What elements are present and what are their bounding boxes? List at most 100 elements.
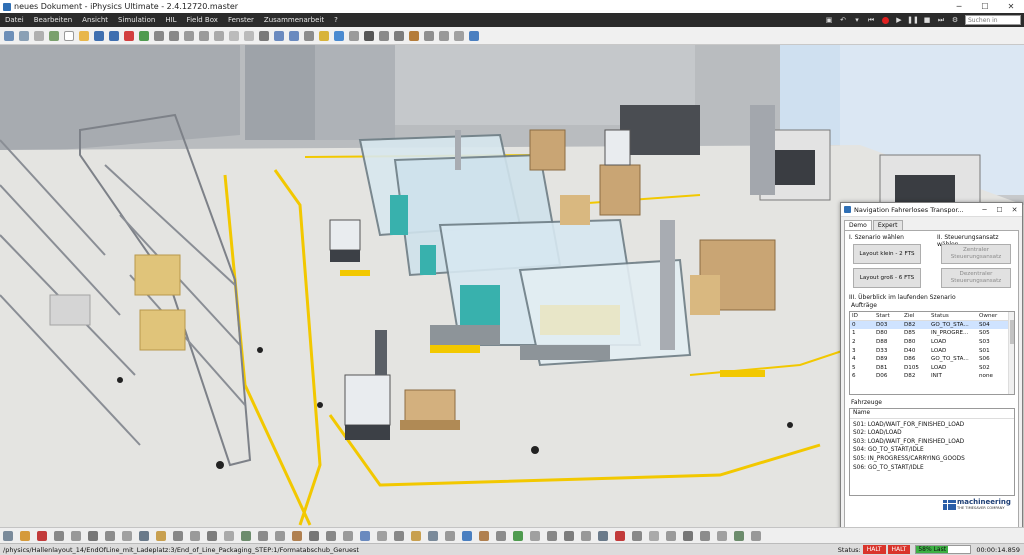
object-library-icon-29[interactable] [479, 530, 489, 541]
panel-close-button[interactable]: ✕ [1007, 206, 1022, 214]
col-status[interactable]: Status [929, 312, 977, 322]
move-icon[interactable] [274, 30, 284, 41]
col-ziel[interactable]: Ziel [902, 312, 929, 322]
list-item[interactable]: S06: GO_TO_START/IDLE [850, 464, 1014, 473]
object-library-icon-11[interactable] [173, 530, 183, 541]
table-row[interactable]: 5 D81 D105 LOAD S02 [850, 364, 1014, 373]
object-library-icon-14[interactable] [224, 530, 234, 541]
table-row[interactable]: 0 D03 D82 GO_TO_STA... S04 [850, 320, 1014, 330]
object-library-icon-39[interactable] [649, 530, 659, 541]
object-library-icon-36[interactable] [598, 530, 608, 541]
object-library-icon-1[interactable] [3, 530, 13, 541]
object-library-icon-45[interactable] [751, 530, 761, 541]
object-library-icon-26[interactable] [428, 530, 438, 541]
menu-datei[interactable]: Datei [0, 16, 29, 24]
panel-maximize-button[interactable]: ☐ [992, 206, 1007, 214]
orders-scrollbar[interactable] [1008, 312, 1014, 394]
close-button[interactable]: ✕ [998, 0, 1024, 13]
object-library-icon-9[interactable] [139, 530, 149, 541]
tool-icon-2[interactable] [19, 30, 29, 41]
object-library-icon-30[interactable] [496, 530, 506, 541]
menu-hil[interactable]: HIL [160, 16, 181, 24]
layer-icon[interactable] [379, 30, 389, 41]
table-row[interactable]: 4 D89 D86 GO_TO_STA... S06 [850, 355, 1014, 364]
list-item[interactable]: S05: IN_PROGRESS/CARRYING_GOODS [850, 455, 1014, 464]
arrow-right-icon[interactable] [244, 30, 254, 41]
rotate-left-icon[interactable] [154, 30, 164, 41]
object-library-icon-12[interactable] [190, 530, 200, 541]
object-library-icon-43[interactable] [717, 530, 727, 541]
stop-button[interactable]: ■ [921, 15, 933, 25]
layout-small-button[interactable]: Layout klein - 2 FTS [853, 244, 921, 264]
shading-icon[interactable] [424, 30, 434, 41]
menu-simulation[interactable]: Simulation [113, 16, 160, 24]
list-item[interactable]: S04: GO_TO_START/IDLE [850, 446, 1014, 455]
object-library-icon-5[interactable] [71, 530, 81, 541]
eye-icon[interactable] [394, 30, 404, 41]
tab-demo[interactable]: Demo [844, 220, 872, 230]
play-button[interactable]: ▶ [893, 15, 905, 25]
measure-icon[interactable] [349, 30, 359, 41]
object-library-icon-15[interactable] [241, 530, 251, 541]
view-front-icon[interactable] [214, 30, 224, 41]
plugin-icon[interactable] [139, 30, 149, 41]
col-id[interactable]: ID [850, 312, 874, 322]
object-library-icon-34[interactable] [564, 530, 574, 541]
panel-minimize-button[interactable]: ─ [977, 206, 992, 214]
object-library-icon-7[interactable] [105, 530, 115, 541]
list-item[interactable]: S03: LOAD/WAIT_FOR_FINISHED_LOAD [850, 438, 1014, 447]
menu-zusammenarbeit[interactable]: Zusammenarbeit [259, 16, 329, 24]
table-row[interactable]: 6 D06 D82 INIT none [850, 372, 1014, 381]
snap-icon[interactable] [184, 30, 194, 41]
object-library-icon-41[interactable] [683, 530, 693, 541]
object-library-icon-37[interactable] [615, 530, 625, 541]
dropdown-icon[interactable]: ▾ [851, 15, 863, 25]
object-library-icon-32[interactable] [530, 530, 540, 541]
list-item[interactable]: S02: LOAD/LOAD [850, 429, 1014, 438]
pause-button[interactable]: ❚❚ [907, 15, 919, 25]
object-library-icon-40[interactable] [666, 530, 676, 541]
table-row[interactable]: 1 D80 D85 IN_PROGRE... S05 [850, 329, 1014, 338]
object-library-icon-44[interactable] [734, 530, 744, 541]
object-library-icon-13[interactable] [207, 530, 217, 541]
rotate-icon[interactable] [289, 30, 299, 41]
camera-view-icon[interactable] [364, 30, 374, 41]
select-icon[interactable] [304, 30, 314, 41]
menu-field-box[interactable]: Field Box [182, 16, 223, 24]
step-back-icon[interactable]: ⏮ [865, 15, 877, 25]
decentral-control-button[interactable]: Dezentraler Steuerungsansatz [941, 268, 1011, 288]
object-library-icon-2[interactable] [20, 530, 30, 541]
col-start[interactable]: Start [874, 312, 902, 322]
vehicles-list[interactable]: Name S01: LOAD/WAIT_FOR_FINISHED_LOAD S0… [849, 408, 1015, 496]
layout-large-button[interactable]: Layout groß - 6 FTS [853, 268, 921, 288]
light-icon[interactable] [319, 30, 329, 41]
object-library-icon-28[interactable] [462, 530, 472, 541]
tab-expert[interactable]: Expert [872, 220, 903, 230]
undo-icon[interactable]: ↶ [837, 15, 849, 25]
orders-scroll-thumb[interactable] [1010, 320, 1014, 344]
settings-icon[interactable]: ⚙ [949, 15, 961, 25]
rotate-right-icon[interactable] [169, 30, 179, 41]
new-document-icon[interactable] [64, 30, 74, 41]
orders-table[interactable]: ID Start Ziel Status Owner 0 D03 D82 GO_TO_… [849, 311, 1015, 395]
object-library-icon-3[interactable] [37, 530, 47, 541]
object-library-icon-27[interactable] [445, 530, 455, 541]
menu-ansicht[interactable]: Ansicht [77, 16, 113, 24]
pick-icon[interactable] [454, 30, 464, 41]
central-control-button[interactable]: Zentraler Steuerungsansatz [941, 244, 1011, 264]
object-library-icon-4[interactable] [54, 530, 64, 541]
menu-help[interactable]: ? [329, 16, 343, 24]
vehicles-header[interactable]: Name [850, 409, 1014, 419]
minimize-button[interactable]: ─ [946, 0, 972, 13]
panel-title-bar[interactable]: Navigation Fahrerloses Transpor... ─ ☐ ✕ [841, 203, 1022, 217]
tool-icon-4[interactable] [49, 30, 59, 41]
object-library-icon-23[interactable] [377, 530, 387, 541]
menu-fenster[interactable]: Fenster [223, 16, 259, 24]
save-as-icon[interactable] [109, 30, 119, 41]
object-library-icon-8[interactable] [122, 530, 132, 541]
open-folder-icon[interactable] [79, 30, 89, 41]
table-row[interactable]: 2 D88 D80 LOAD S03 [850, 338, 1014, 347]
menu-bearbeiten[interactable]: Bearbeiten [29, 16, 77, 24]
object-library-icon-20[interactable] [326, 530, 336, 541]
step-forward-icon[interactable]: ⏭ [935, 15, 947, 25]
